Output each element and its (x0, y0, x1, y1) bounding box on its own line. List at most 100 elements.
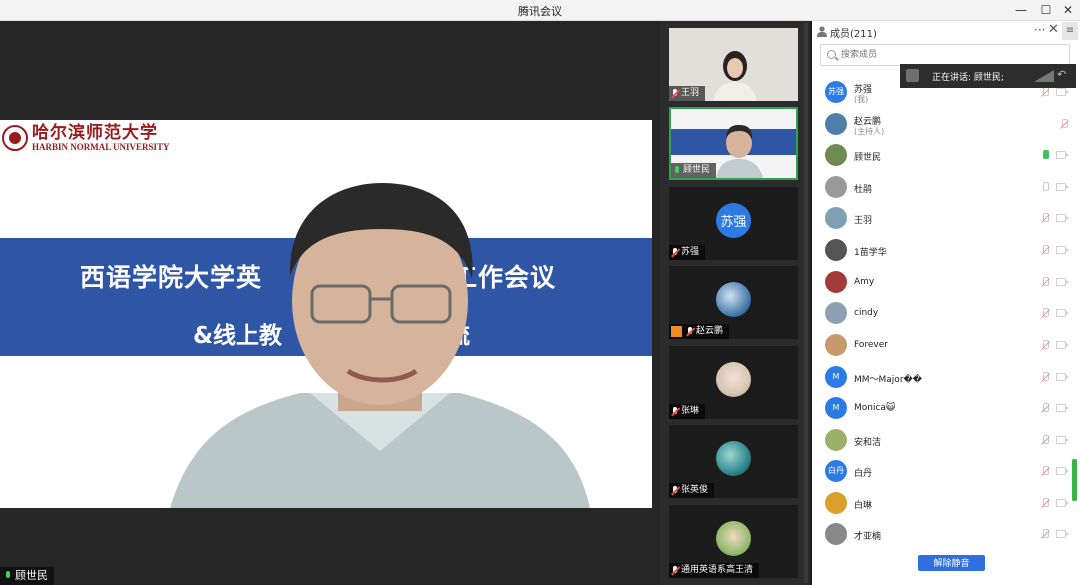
member-name: Monica😺 (854, 403, 896, 413)
member-row[interactable]: 1苗学华 (812, 235, 1074, 265)
member-avatar (825, 429, 847, 451)
mic-muted-icon[interactable] (1041, 340, 1049, 351)
member-row[interactable]: Amy (812, 267, 1074, 297)
member-name: 1苗学华 (854, 248, 887, 258)
mic-icon[interactable] (1041, 182, 1049, 193)
camera-off-icon[interactable] (1056, 88, 1069, 96)
camera-off-icon[interactable] (1056, 246, 1069, 254)
strip-scrollbar[interactable] (804, 23, 808, 583)
video-thumb-zhaoyunpeng[interactable]: 赵云鹏 (669, 266, 798, 339)
participant-video-strip[interactable]: 王羽 顾世民 苏强 苏强 赵云鹏 张琳 张英俊 通用英语系高王清 (660, 21, 810, 585)
mic-muted-icon[interactable] (1041, 435, 1049, 446)
logo-cn-text: 哈尔滨师范大学 (32, 123, 158, 143)
member-search-input[interactable] (841, 47, 1061, 63)
member-role: (我) (854, 95, 869, 104)
video-thumb-suqiang[interactable]: 苏强 苏强 (669, 187, 798, 260)
member-row[interactable]: 顾世民 (812, 140, 1074, 170)
mic-muted-icon[interactable] (1041, 372, 1049, 383)
more-options-button[interactable]: ··· (1034, 23, 1045, 37)
camera-off-icon[interactable] (1056, 214, 1069, 222)
video-thumb-wangyu[interactable]: 王羽 (669, 28, 798, 101)
video-thumb-gushimin[interactable]: 顾世民 (669, 107, 798, 180)
wangqing-avatar (716, 521, 751, 556)
member-avatar: M (825, 366, 847, 388)
camera-off-icon[interactable] (1056, 467, 1069, 475)
member-name: 顾世民 (854, 153, 882, 163)
camera-off-icon[interactable] (1056, 278, 1069, 286)
speaker-avatar (906, 69, 919, 82)
mic-muted-icon[interactable] (1041, 245, 1049, 256)
thumb-name: 张英俊 (681, 485, 709, 495)
member-row[interactable]: 白丹 白丹 (812, 456, 1074, 486)
zhangyingjun-avatar (716, 441, 751, 476)
member-row[interactable]: 才亚楠 (812, 519, 1074, 549)
member-row[interactable]: 赵云鹏 (主持人) (812, 109, 1074, 139)
member-row[interactable]: 白琳 (812, 488, 1074, 518)
camera-off-icon[interactable] (1056, 373, 1069, 381)
member-row[interactable]: 王羽 (812, 203, 1074, 233)
members-icon (817, 26, 827, 37)
mic-muted-icon[interactable] (1041, 529, 1049, 540)
mic-muted-icon[interactable] (1060, 119, 1068, 130)
member-avatar: 白丹 (825, 460, 847, 482)
member-role: (主持人) (854, 127, 885, 136)
university-logo: 哈尔滨师范大学 HARBIN NORMAL UNIVERSITY (2, 124, 170, 152)
camera-off-icon[interactable] (1056, 183, 1069, 191)
mic-muted-icon (671, 565, 679, 576)
camera-off-icon[interactable] (1056, 436, 1069, 444)
mic-muted-icon (671, 406, 679, 417)
camera-off-icon[interactable] (1056, 404, 1069, 412)
suqiang-avatar: 苏强 (716, 203, 751, 238)
camera-off-icon[interactable] (1056, 499, 1069, 507)
camera-off-icon[interactable] (1056, 530, 1069, 538)
main-speaker-name: 顾世民 (15, 569, 48, 582)
member-row[interactable]: M Monica😺 (812, 393, 1074, 423)
member-name: 才亚楠 (854, 532, 882, 542)
speaking-indicator: 正在讲话: 顾世民; ↶ (900, 64, 1076, 88)
member-list[interactable]: 苏强 苏强 (我) 赵云鹏 (主持人) 顾世民 杜鹃 王羽 1苗学华 Amy cindy Foreve… (812, 77, 1074, 567)
mic-muted-icon (671, 485, 679, 496)
camera-off-icon[interactable] (1056, 309, 1069, 317)
member-name: Forever (854, 340, 888, 350)
mic-on-icon (4, 571, 12, 581)
mic-on-icon[interactable] (1041, 150, 1049, 161)
member-row[interactable]: cindy (812, 298, 1074, 328)
mic-muted-icon[interactable] (1041, 213, 1049, 224)
mic-muted-icon[interactable] (1041, 466, 1049, 477)
mic-muted-icon[interactable] (1041, 308, 1049, 319)
camera-off-icon[interactable] (1056, 341, 1069, 349)
member-name: 安和洁 (854, 438, 882, 448)
unmute-all-button[interactable]: 解除静音 (918, 555, 985, 571)
panel-menu-button[interactable]: ≡ (1062, 22, 1078, 40)
member-avatar (825, 239, 847, 261)
mic-muted-icon[interactable] (1041, 403, 1049, 414)
member-avatar: 苏强 (825, 81, 847, 103)
main-video[interactable]: 哈尔滨师范大学 HARBIN NORMAL UNIVERSITY 西语学院大学英… (0, 21, 660, 585)
main-speaker-tag: 顾世民 (0, 567, 54, 585)
close-window-button[interactable]: ✕ (1056, 0, 1080, 21)
minimize-button[interactable]: — (1009, 0, 1033, 21)
title-bar: 腾讯会议 — ☐ ✕ (0, 0, 1080, 21)
member-row[interactable]: Forever (812, 330, 1074, 360)
collapse-arrow-icon[interactable]: ↶ (1057, 68, 1066, 81)
members-panel-title: 成员(211) (830, 29, 877, 40)
video-thumb-zhanglin[interactable]: 张琳 (669, 346, 798, 419)
mic-muted-icon[interactable] (1041, 87, 1049, 98)
window-title: 腾讯会议 (518, 5, 562, 18)
member-list-scrollbar[interactable] (1072, 459, 1077, 501)
member-search-box[interactable] (820, 44, 1070, 66)
zhaoyunpeng-avatar (716, 282, 751, 317)
member-row[interactable]: 杜鹃 (812, 172, 1074, 202)
video-thumb-wangqing[interactable]: 通用英语系高王清 (669, 505, 798, 578)
mic-muted-icon[interactable] (1041, 277, 1049, 288)
member-name: Amy (854, 277, 875, 287)
camera-off-icon[interactable] (1056, 151, 1069, 159)
member-row[interactable]: M MM～Major�� (812, 362, 1074, 392)
maximize-button[interactable]: ☐ (1034, 0, 1058, 21)
members-panel: 成员(211) ··· ✕ ≡ 苏强苏强(我)赵云鹏(主持人)顾世民杜鹃王羽1苗… (812, 21, 1080, 585)
mic-muted-icon[interactable] (1041, 498, 1049, 509)
member-avatar: M (825, 397, 847, 419)
video-thumb-zhangyingjun[interactable]: 张英俊 (669, 425, 798, 498)
close-panel-button[interactable]: ✕ (1048, 22, 1059, 37)
member-row[interactable]: 安和洁 (812, 425, 1074, 455)
